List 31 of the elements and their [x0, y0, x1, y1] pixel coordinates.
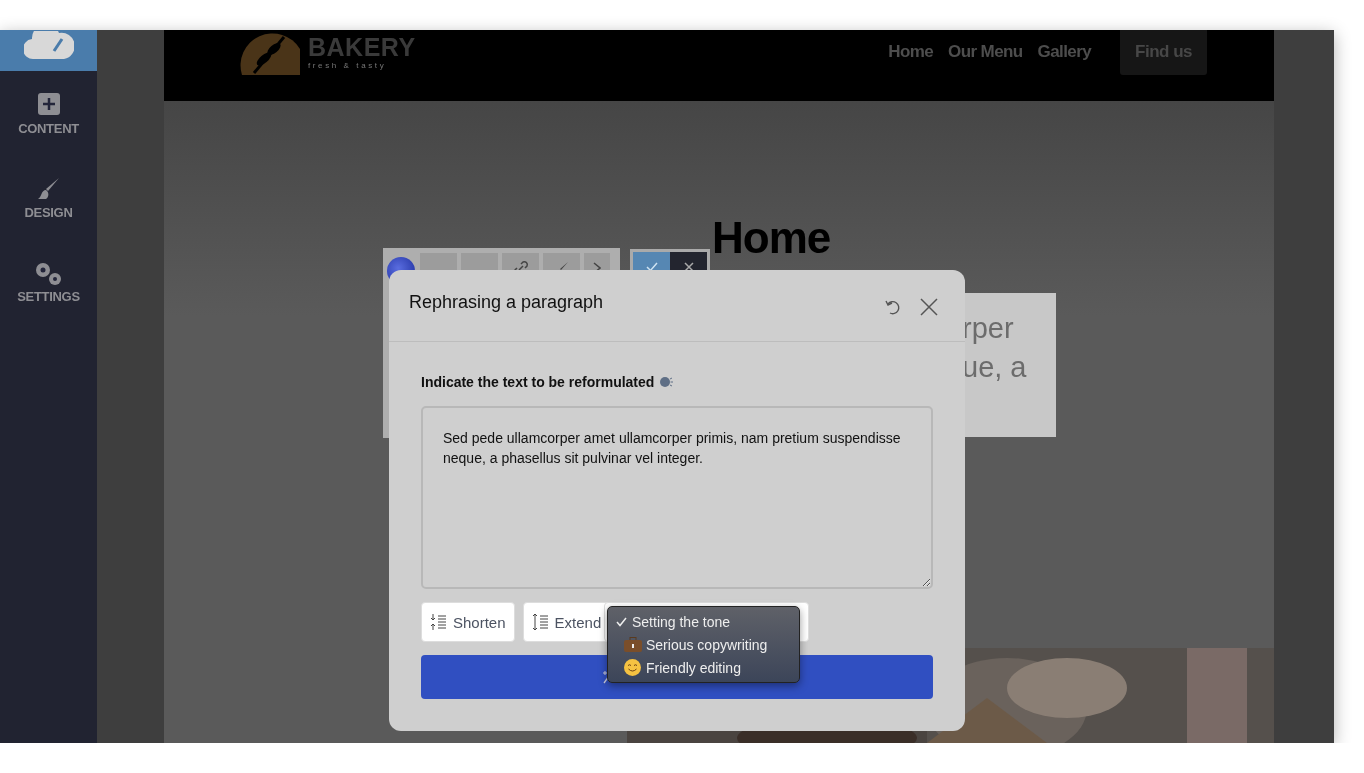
- app-logo-tile[interactable]: [0, 30, 97, 71]
- paintbrush-icon: [36, 177, 61, 201]
- sidebar-item[interactable]: SETTINGS: [0, 239, 97, 323]
- close-icon: [683, 262, 694, 272]
- nav-link[interactable]: Our Menu: [948, 42, 1023, 62]
- sidebar-item[interactable]: CONTENT: [0, 71, 97, 155]
- check-icon: [616, 616, 627, 627]
- menu-option[interactable]: Serious copywriting: [608, 633, 799, 656]
- briefcase-icon: [624, 637, 642, 652]
- speaking-head-icon: [659, 375, 674, 389]
- field-label: Indicate the text to be reformulated: [421, 374, 655, 390]
- logo-tagline: fresh & tasty: [308, 61, 388, 70]
- shorten-button[interactable]: Shorten: [421, 602, 515, 642]
- logo-wordmark: BAKERY: [308, 33, 416, 61]
- dialog-title: Rephrasing a paragraph: [409, 292, 605, 313]
- page-heading: Home: [712, 213, 831, 263]
- nav-link[interactable]: Home: [888, 42, 934, 62]
- nav-link[interactable]: Gallery: [1037, 42, 1092, 62]
- sidebar-item[interactable]: DESIGN: [0, 155, 97, 239]
- smiley-icon: [624, 659, 641, 676]
- menu-option[interactable]: Friendly editing: [608, 656, 799, 679]
- text-area[interactable]: Sed pede ullamcorper amet ullamcorper primis, nam pretium suspendisse neque, a phasellus sit pulvinar vel integer.: [421, 406, 933, 589]
- cloud-brush-icon: [23, 31, 74, 61]
- check-icon: [645, 262, 658, 272]
- shorten-lines-icon: [430, 613, 446, 631]
- paragraph-text: rper: [962, 311, 1015, 346]
- menu-option[interactable]: Setting the tone: [608, 610, 799, 633]
- undo-icon[interactable]: [884, 298, 902, 316]
- close-icon[interactable]: [920, 298, 938, 316]
- extend-lines-icon: [531, 613, 548, 631]
- add-content-icon: [37, 93, 60, 117]
